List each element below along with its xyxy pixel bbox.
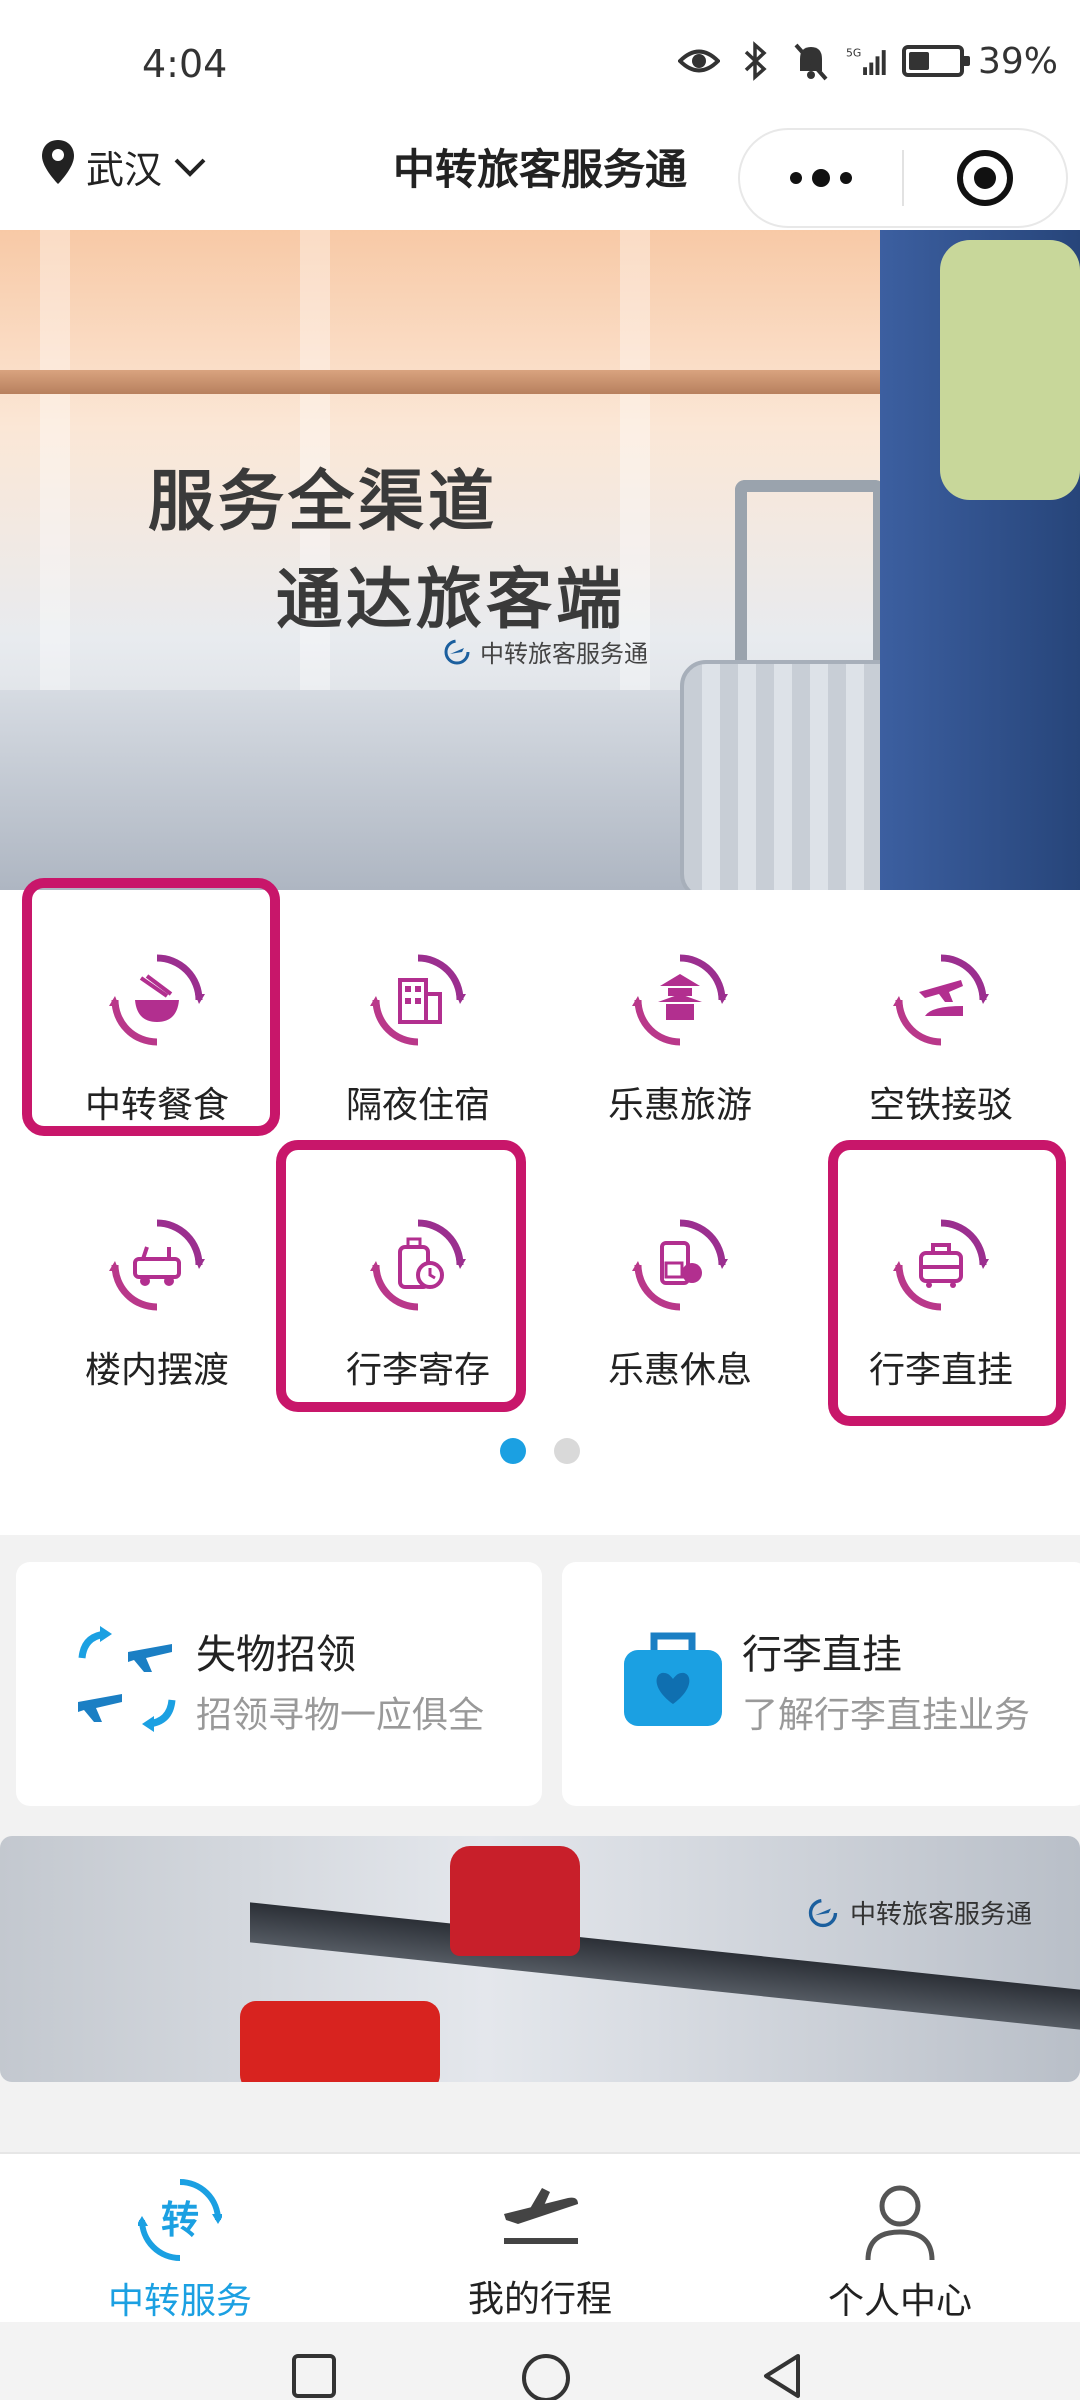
miniprogram-capsule xyxy=(738,128,1068,228)
tab-my-trip[interactable]: 我的行程 xyxy=(360,2154,720,2322)
lounge-icon xyxy=(632,1219,728,1311)
target-close-icon xyxy=(957,150,1013,206)
luggage-icon xyxy=(893,1219,989,1311)
shuttle-cart-icon xyxy=(109,1219,205,1311)
banner-slogan-line1: 服务全渠道 xyxy=(148,463,498,540)
tab-profile[interactable]: 个人中心 xyxy=(720,2154,1080,2322)
service-label: 中转餐食 xyxy=(84,1085,229,1126)
signal-icon: 5G xyxy=(846,40,888,82)
transfer-icon: 转 xyxy=(138,2178,222,2262)
luggage-clock-icon xyxy=(370,1219,466,1311)
promo-brand: 中转旅客服务通 xyxy=(806,1894,1032,1931)
hotel-icon xyxy=(370,954,466,1046)
battery-icon xyxy=(901,45,970,77)
card-subtitle: 招领寻物一应俱全 xyxy=(196,1695,485,1736)
close-miniprogram-button[interactable] xyxy=(904,130,1066,226)
carousel-pager xyxy=(0,1438,1080,1464)
service-label: 空铁接驳 xyxy=(868,1085,1013,1126)
lost-found-planes-icon xyxy=(78,1626,176,1732)
bell-off-icon xyxy=(790,40,832,82)
service-label: 行李直挂 xyxy=(868,1350,1013,1391)
pager-dot[interactable] xyxy=(554,1438,580,1464)
app-header: 武汉 中转旅客服务通 xyxy=(0,120,1080,230)
card-lost-found[interactable]: 失物招领 招领寻物一应俱全 xyxy=(16,1562,542,1806)
status-icons: 5G 39% xyxy=(677,40,1058,82)
noodle-bowl-icon xyxy=(109,954,205,1046)
bluetooth-icon xyxy=(734,40,776,82)
service-luggage-through[interactable]: 行李直挂 xyxy=(810,1155,1072,1415)
svg-text:转: 转 xyxy=(161,2198,199,2242)
plane-train-icon xyxy=(893,954,989,1046)
handbag-image xyxy=(450,1846,580,1956)
tab-label: 中转服务 xyxy=(107,2281,252,2322)
card-luggage-through[interactable]: 行李直挂 了解行李直挂业务 xyxy=(562,1562,1080,1806)
service-label: 行李寄存 xyxy=(345,1350,490,1391)
blue-bag-icon xyxy=(624,1632,722,1726)
eye-icon xyxy=(677,40,720,82)
banner-brand: 中转旅客服务通 xyxy=(442,634,648,669)
banner-slogan-line2: 通达旅客端 xyxy=(276,561,626,638)
promo-banner[interactable]: 中转旅客服务通 xyxy=(0,1836,1080,2082)
status-time: 4:04 xyxy=(142,42,228,86)
service-air-rail[interactable]: 空铁接驳 xyxy=(810,890,1072,1150)
card-subtitle: 了解行李直挂业务 xyxy=(742,1695,1031,1736)
service-label: 楼内摆渡 xyxy=(84,1350,229,1391)
system-nav-bar xyxy=(0,2322,1080,2400)
hero-banner[interactable]: 服务全渠道 通达旅客端 中转旅客服务通 xyxy=(0,230,1080,890)
tab-label: 个人中心 xyxy=(827,2281,972,2322)
service-label: 乐惠旅游 xyxy=(607,1085,752,1126)
service-label: 隔夜住宿 xyxy=(345,1085,490,1126)
bottom-tab-bar: 转 中转服务 我的行程 个人中心 xyxy=(0,2152,1080,2322)
tab-label: 我的行程 xyxy=(467,2279,612,2320)
service-meal[interactable]: 中转餐食 xyxy=(26,890,288,1150)
pagoda-icon xyxy=(632,954,728,1046)
pager-dot-active[interactable] xyxy=(500,1438,526,1464)
service-label: 乐惠休息 xyxy=(607,1350,752,1391)
card-title: 失物招领 xyxy=(196,1632,356,1678)
recent-apps-icon[interactable] xyxy=(290,2352,338,2400)
red-suitcase-image xyxy=(240,2001,440,2082)
departure-plane-icon xyxy=(498,2178,582,2260)
person-icon xyxy=(858,2178,942,2262)
brand-logo-icon xyxy=(444,639,470,664)
card-title: 行李直挂 xyxy=(742,1632,902,1678)
brand-logo-icon xyxy=(808,1898,838,1927)
status-bar: 4:04 5G 39% xyxy=(0,0,1080,130)
home-icon[interactable] xyxy=(520,2352,572,2400)
service-shuttle[interactable]: 楼内摆渡 xyxy=(26,1155,288,1415)
service-lounge[interactable]: 乐惠休息 xyxy=(549,1155,811,1415)
service-hotel[interactable]: 隔夜住宿 xyxy=(287,890,549,1150)
service-tour[interactable]: 乐惠旅游 xyxy=(549,890,811,1150)
service-luggage-storage[interactable]: 行李寄存 xyxy=(287,1155,549,1415)
more-button[interactable] xyxy=(740,130,902,226)
more-dots-icon xyxy=(790,169,852,187)
battery-percent: 39% xyxy=(977,40,1058,82)
back-icon[interactable] xyxy=(758,2352,806,2400)
tab-transfer-service[interactable]: 转 中转服务 xyxy=(0,2154,360,2322)
svg-text:5G: 5G xyxy=(846,46,861,59)
